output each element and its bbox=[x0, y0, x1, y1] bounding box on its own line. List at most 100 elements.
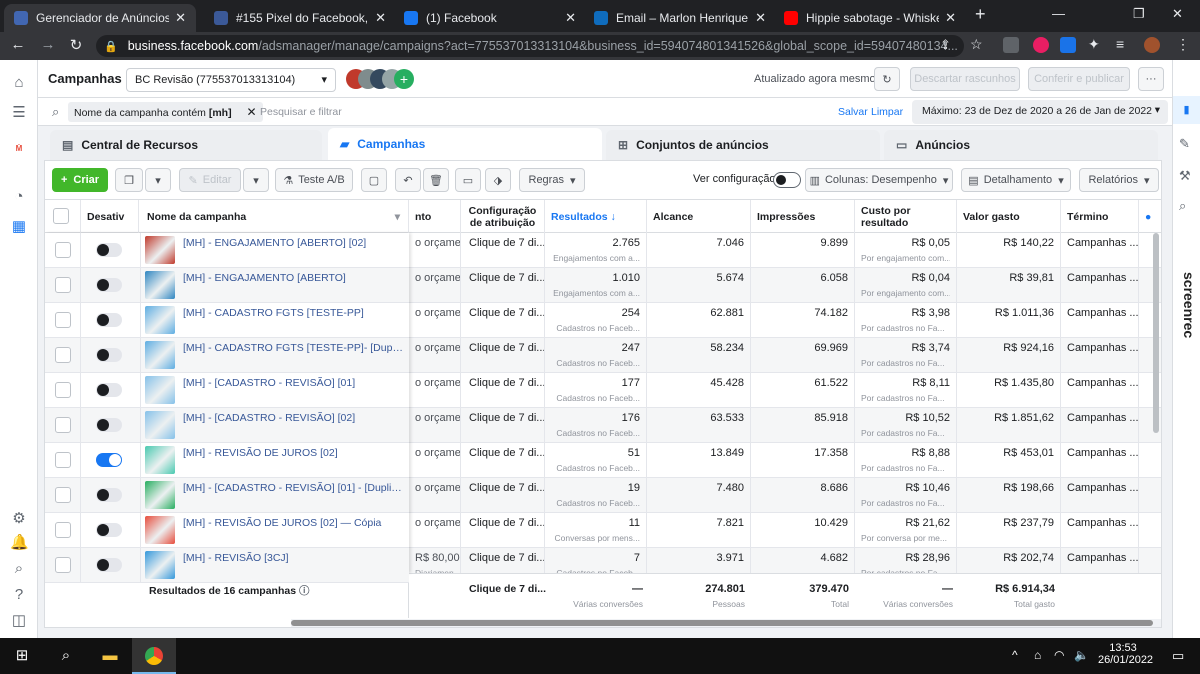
back-icon[interactable]: ← bbox=[8, 36, 28, 53]
discard-drafts-button[interactable]: Descartar rascunhos bbox=[910, 67, 1020, 91]
close-tab-icon[interactable]: ✕ bbox=[755, 10, 766, 26]
clock[interactable]: 13:53 26/01/2022 bbox=[1098, 642, 1153, 666]
campaign-toggle[interactable] bbox=[96, 558, 122, 572]
row-checkbox[interactable] bbox=[55, 487, 71, 503]
frozen-row[interactable]: [MH] - [CADASTRO - REVISÃO] [02] bbox=[45, 408, 409, 443]
chrome-icon[interactable] bbox=[132, 638, 176, 674]
network-icon[interactable]: ⌂ bbox=[1034, 648, 1041, 662]
frozen-row[interactable]: [MH] - [CADASTRO - REVISÃO] [01] bbox=[45, 373, 409, 408]
search-icon[interactable]: ⌕ bbox=[10, 560, 28, 578]
share-icon[interactable]: ⇪ bbox=[940, 37, 951, 53]
campaign-name-link[interactable]: [MH] - CADASTRO FGTS [TESTE-PP] bbox=[183, 307, 405, 319]
table-icon[interactable]: ▦ bbox=[10, 218, 28, 236]
campaign-toggle[interactable] bbox=[96, 313, 122, 327]
extension-icon[interactable] bbox=[1060, 37, 1076, 53]
campaign-name-link[interactable]: [MH] - ENGAJAMENTO [ABERTO] bbox=[183, 272, 405, 284]
clear-filter-link[interactable]: Limpar bbox=[871, 106, 903, 118]
extension-icon[interactable] bbox=[1033, 37, 1049, 53]
reload-icon[interactable]: ↻ bbox=[66, 36, 86, 54]
frozen-row[interactable]: [MH] - REVISÃO [3CJ] bbox=[45, 548, 409, 583]
row-checkbox[interactable] bbox=[55, 452, 71, 468]
campaign-toggle[interactable] bbox=[96, 348, 122, 362]
browser-tab[interactable]: Email – Marlon Henrique da ✕ bbox=[584, 4, 776, 32]
browser-tab[interactable]: Gerenciador de Anúncios - G ✕ bbox=[4, 4, 196, 32]
close-tab-icon[interactable]: ✕ bbox=[175, 10, 186, 26]
file-explorer-icon[interactable]: ▬ bbox=[88, 638, 132, 674]
refresh-button[interactable]: ↻ bbox=[874, 67, 900, 91]
campaign-toggle[interactable] bbox=[96, 278, 122, 292]
view-config-toggle[interactable] bbox=[773, 172, 801, 188]
more-button[interactable]: ··· bbox=[1138, 67, 1164, 91]
frozen-row[interactable]: [MH] - REVISÃO DE JUROS [02] — Cópia bbox=[45, 513, 409, 548]
edit-dropdown[interactable]: ▾ bbox=[243, 168, 269, 192]
scrollbar-thumb[interactable] bbox=[291, 620, 1153, 626]
date-range-selector[interactable]: Máximo: 23 de Dez de 2020 a 26 de Jan de… bbox=[912, 100, 1168, 124]
puzzle-icon[interactable]: ✦ bbox=[1088, 36, 1100, 53]
close-tab-icon[interactable]: ✕ bbox=[945, 10, 956, 26]
filter-chip[interactable]: Nome da campanha contém [mh] ✕ bbox=[68, 102, 263, 122]
duplicate-button[interactable]: ❐ bbox=[115, 168, 143, 192]
col-attribution[interactable]: Configuração de atribuição bbox=[461, 200, 545, 233]
campaign-name-link[interactable]: [MH] - CADASTRO FGTS [TESTE-PP]- [Duplic… bbox=[183, 342, 405, 354]
col-spent[interactable]: Valor gasto bbox=[957, 200, 1061, 233]
col-impressions[interactable]: Impressões bbox=[751, 200, 855, 233]
hamburger-icon[interactable]: ☰ bbox=[10, 104, 28, 122]
browser-tab[interactable]: #155 Pixel do Facebook, IOS ✕ bbox=[204, 4, 396, 32]
reading-list-icon[interactable]: ≡ bbox=[1116, 36, 1124, 52]
campaign-toggle[interactable] bbox=[96, 418, 122, 432]
tab-adsets[interactable]: ⊞ Conjuntos de anúncios bbox=[606, 130, 880, 160]
col-budget[interactable]: nto bbox=[409, 200, 461, 233]
row-checkbox[interactable] bbox=[55, 347, 71, 363]
col-name[interactable]: Nome da campanha ▾ bbox=[141, 200, 409, 233]
bookmark-star-icon[interactable]: ☆ bbox=[970, 36, 983, 53]
campaign-toggle[interactable] bbox=[96, 383, 122, 397]
tray-chevron-icon[interactable]: ^ bbox=[1012, 648, 1018, 662]
save-filter-link[interactable]: Salvar bbox=[838, 106, 868, 118]
row-checkbox[interactable] bbox=[55, 522, 71, 538]
frozen-row[interactable]: [MH] - ENGAJAMENTO [ABERTO] [02] bbox=[45, 233, 409, 268]
campaign-toggle[interactable] bbox=[96, 453, 122, 467]
browser-tab[interactable]: Hippie sabotage - Whiskey (✕ bbox=[774, 4, 966, 32]
profile-avatar[interactable] bbox=[1144, 37, 1160, 53]
frozen-row[interactable]: [MH] - REVISÃO DE JUROS [02] bbox=[45, 443, 409, 478]
browser-tab[interactable]: (1) Facebook ✕ bbox=[394, 4, 586, 32]
clipboard-icon[interactable]: ▢ bbox=[361, 168, 387, 192]
breakdown-button[interactable]: ▤ Detalhamento ▾ bbox=[961, 168, 1071, 192]
frozen-row[interactable]: [MH] - [CADASTRO - REVISÃO] [01] - [Dupl… bbox=[45, 478, 409, 513]
close-tab-icon[interactable]: ✕ bbox=[565, 10, 576, 26]
magnify-icon[interactable]: ⌕ bbox=[1179, 198, 1186, 214]
collaborators-avatars[interactable]: + bbox=[346, 69, 416, 89]
tab-campaigns[interactable]: ▰ Campanhas bbox=[328, 128, 602, 160]
tab-central[interactable]: ▤ Central de Recursos bbox=[50, 130, 322, 160]
close-icon[interactable]: ✕ bbox=[247, 105, 257, 119]
row-checkbox[interactable] bbox=[55, 277, 71, 293]
preview-icon[interactable]: ▭ bbox=[455, 168, 481, 192]
row-checkbox[interactable] bbox=[55, 557, 71, 573]
help-icon[interactable]: ? bbox=[10, 586, 28, 604]
address-bar[interactable]: 🔒 business.facebook.com/adsmanager/manag… bbox=[96, 35, 964, 57]
search-icon[interactable]: ⌕ bbox=[44, 638, 88, 674]
close-tab-icon[interactable]: ✕ bbox=[375, 10, 386, 26]
tools-icon[interactable]: ⚒ bbox=[1179, 168, 1191, 184]
review-publish-button[interactable]: Conferir e publicar bbox=[1028, 67, 1130, 91]
gauge-icon[interactable]: ◔ bbox=[10, 188, 28, 206]
frozen-row[interactable]: [MH] - CADASTRO FGTS [TESTE-PP]- [Duplic… bbox=[45, 338, 409, 373]
rules-button[interactable]: Regras ▾ bbox=[519, 168, 585, 192]
campaign-name-link[interactable]: [MH] - REVISÃO DE JUROS [02] — Cópia bbox=[183, 517, 405, 529]
close-window-icon[interactable]: ✕ bbox=[1172, 6, 1183, 22]
row-checkbox[interactable] bbox=[55, 382, 71, 398]
campaign-name-link[interactable]: [MH] - [CADASTRO - REVISÃO] [01] bbox=[183, 377, 405, 389]
settings-icon[interactable]: ⚙ bbox=[10, 510, 28, 528]
bell-icon[interactable]: 🔔 bbox=[10, 534, 29, 552]
account-logo-icon[interactable]: Ṁ bbox=[10, 140, 28, 158]
windows-start-icon[interactable]: ⊞ bbox=[0, 638, 44, 674]
reports-button[interactable]: Relatórios ▾ bbox=[1079, 168, 1159, 192]
chart-icon[interactable]: ▮ bbox=[1173, 96, 1200, 124]
account-selector[interactable]: BC Revisão (775537013313104) ▾ bbox=[126, 68, 336, 92]
volume-icon[interactable]: 🔈 bbox=[1074, 648, 1089, 662]
campaign-name-link[interactable]: [MH] - REVISÃO DE JUROS [02] bbox=[183, 447, 405, 459]
vertical-scrollbar[interactable] bbox=[1153, 233, 1159, 433]
duplicate-dropdown[interactable]: ▾ bbox=[145, 168, 171, 192]
horizontal-scrollbar[interactable] bbox=[291, 619, 1161, 627]
restore-icon[interactable]: ❐ bbox=[1133, 6, 1145, 22]
